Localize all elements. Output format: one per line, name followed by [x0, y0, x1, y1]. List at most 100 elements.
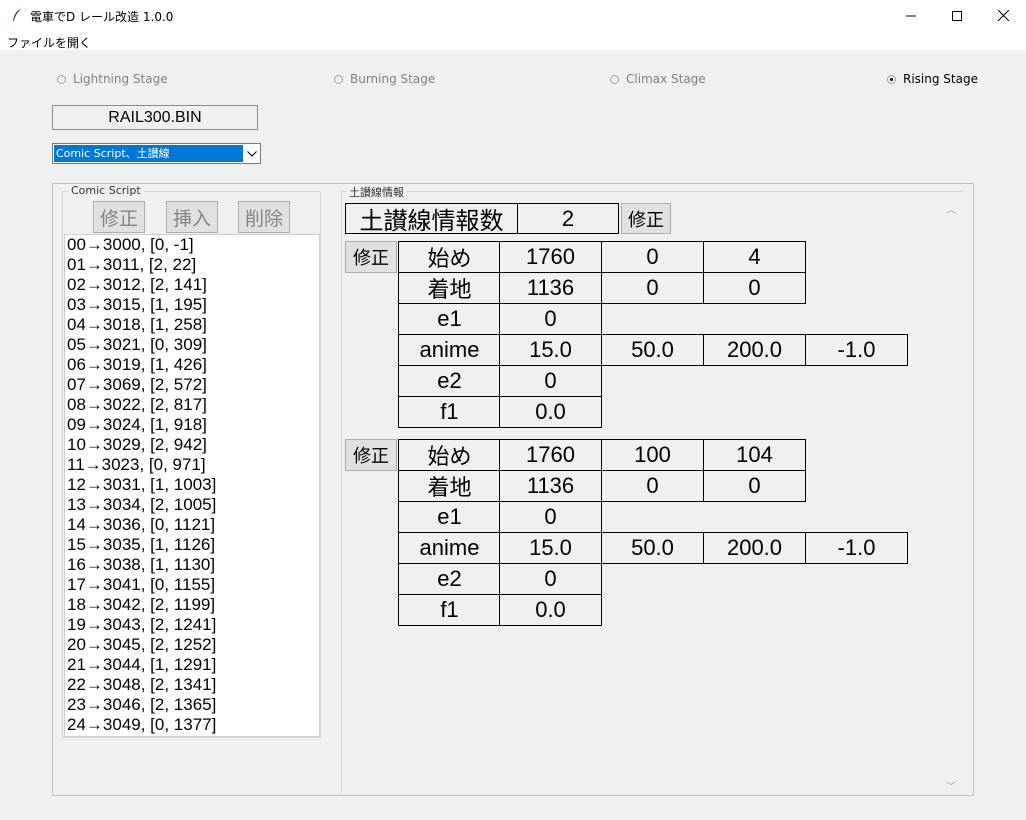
delete-script-button[interactable]: 削除 — [238, 201, 290, 233]
landing-value: 0 — [601, 470, 704, 502]
edit-count-button[interactable]: 修正 — [621, 203, 671, 234]
list-item[interactable]: 09→3024, [1, 918] — [65, 415, 319, 435]
window-title: 電車でD レール改造 1.0.0 — [30, 10, 174, 24]
e2-value: 0 — [499, 365, 602, 397]
close-button[interactable] — [980, 0, 1026, 31]
list-item[interactable]: 05→3021, [0, 309] — [65, 335, 319, 355]
list-item[interactable]: 15→3035, [1, 1126] — [65, 535, 319, 555]
f1-value: 0.0 — [499, 594, 602, 626]
radio-label: Burning Stage — [350, 72, 436, 86]
list-item[interactable]: 16→3038, [1, 1130] — [65, 555, 319, 575]
anime-value: -1.0 — [805, 532, 908, 564]
radio-indicator — [610, 74, 619, 84]
list-item[interactable]: 04→3018, [1, 258] — [65, 315, 319, 335]
menu-open-file[interactable]: ファイルを開く — [7, 34, 91, 51]
edit-entry-button[interactable]: 修正 — [345, 241, 397, 273]
list-item[interactable]: 06→3019, [1, 426] — [65, 355, 319, 375]
radio-label: Rising Stage — [903, 72, 978, 86]
landing-value: 1136 — [499, 272, 602, 304]
landing-value: 0 — [601, 272, 704, 304]
anime-value: 50.0 — [601, 334, 704, 366]
landing-label: 着地 — [398, 272, 501, 304]
start-value: 0 — [601, 241, 704, 273]
comic-script-group-title: Comic Script — [68, 184, 144, 197]
landing-value: 0 — [703, 470, 806, 502]
list-item[interactable]: 20→3045, [2, 1252] — [65, 635, 319, 655]
scroll-down-arrow-icon[interactable]: ﹀ — [946, 778, 956, 793]
anime-value: 200.0 — [703, 532, 806, 564]
landing-label: 着地 — [398, 470, 501, 502]
landing-value: 0 — [703, 272, 806, 304]
f1-value: 0.0 — [499, 396, 602, 428]
radio-climax-stage[interactable]: Climax Stage — [610, 70, 706, 88]
radio-indicator — [887, 74, 896, 84]
list-item[interactable]: 18→3042, [2, 1199] — [65, 595, 319, 615]
anime-label: anime — [398, 532, 501, 564]
e1-value: 0 — [499, 501, 602, 533]
e1-label: e1 — [398, 303, 501, 335]
radio-label: Climax Stage — [626, 72, 706, 86]
comic-script-list[interactable]: 00→3000, [0, -1] 01→3011, [2, 22] 02→3012,… — [64, 234, 320, 737]
feather-icon — [13, 9, 21, 21]
start-value: 4 — [703, 241, 806, 273]
edit-script-button[interactable]: 修正 — [93, 201, 145, 233]
list-item[interactable]: 21→3044, [1, 1291] — [65, 655, 319, 675]
f1-label: f1 — [398, 594, 501, 626]
start-value: 1760 — [499, 439, 602, 471]
start-value: 1760 — [499, 241, 602, 273]
list-item[interactable]: 02→3012, [2, 141] — [65, 275, 319, 295]
list-item[interactable]: 14→3036, [0, 1121] — [65, 515, 319, 535]
list-item[interactable]: 01→3011, [2, 22] — [65, 255, 319, 275]
e2-label: e2 — [398, 365, 501, 397]
line-info-count-value: 2 — [517, 203, 619, 234]
list-item[interactable]: 10→3029, [2, 942] — [65, 435, 319, 455]
list-item[interactable]: 13→3034, [2, 1005] — [65, 495, 319, 515]
anime-value: 50.0 — [601, 532, 704, 564]
maximize-icon — [952, 10, 962, 21]
minimize-icon — [906, 15, 916, 16]
radio-burning-stage[interactable]: Burning Stage — [334, 70, 435, 88]
list-item[interactable]: 03→3015, [1, 195] — [65, 295, 319, 315]
list-item[interactable]: 24→3049, [0, 1377] — [65, 715, 319, 735]
list-item[interactable]: 12→3031, [1, 1003] — [65, 475, 319, 495]
e2-value: 0 — [499, 563, 602, 595]
list-item[interactable]: 22→3048, [2, 1341] — [65, 675, 319, 695]
minimize-button[interactable] — [888, 0, 934, 31]
file-name-label: RAIL300.BIN — [52, 105, 258, 130]
line-info-count-label: 土讃線情報数 — [345, 203, 518, 235]
e2-label: e2 — [398, 563, 501, 595]
start-value: 100 — [601, 439, 704, 471]
edit-entry-button[interactable]: 修正 — [345, 439, 397, 471]
list-item[interactable]: 07→3069, [2, 572] — [65, 375, 319, 395]
list-item[interactable]: 11→3023, [0, 971] — [65, 455, 319, 475]
anime-value: -1.0 — [805, 334, 908, 366]
section-select-value: Comic Script、土讃線 — [54, 145, 243, 162]
scroll-up-arrow-icon[interactable]: ︿ — [946, 201, 956, 216]
radio-lightning-stage[interactable]: Lightning Stage — [57, 70, 168, 88]
landing-value: 1136 — [499, 470, 602, 502]
anime-value: 15.0 — [499, 532, 602, 564]
start-label: 始め — [398, 439, 501, 471]
insert-script-button[interactable]: 挿入 — [166, 201, 218, 233]
maximize-button[interactable] — [934, 0, 980, 31]
start-label: 始め — [398, 241, 501, 273]
title-bar: 電車でD レール改造 1.0.0 — [0, 0, 1026, 31]
list-item[interactable]: 08→3022, [2, 817] — [65, 395, 319, 415]
radio-indicator — [334, 74, 343, 84]
radio-rising-stage[interactable]: Rising Stage — [887, 70, 978, 88]
section-select[interactable]: Comic Script、土讃線 — [52, 143, 261, 164]
e1-value: 0 — [499, 303, 602, 335]
menu-bar: ファイルを開く — [0, 31, 1026, 50]
list-item[interactable]: 23→3046, [2, 1365] — [65, 695, 319, 715]
chevron-down-icon[interactable] — [244, 144, 260, 163]
e1-label: e1 — [398, 501, 501, 533]
f1-label: f1 — [398, 396, 501, 428]
list-item[interactable]: 17→3041, [0, 1155] — [65, 575, 319, 595]
list-item[interactable]: 00→3000, [0, -1] — [65, 235, 319, 255]
line-info-group-title: 土讃線情報 — [346, 184, 407, 200]
radio-indicator — [57, 74, 66, 84]
start-value: 104 — [703, 439, 806, 471]
radio-label: Lightning Stage — [73, 72, 168, 86]
list-item[interactable]: 19→3043, [2, 1241] — [65, 615, 319, 635]
anime-value: 200.0 — [703, 334, 806, 366]
